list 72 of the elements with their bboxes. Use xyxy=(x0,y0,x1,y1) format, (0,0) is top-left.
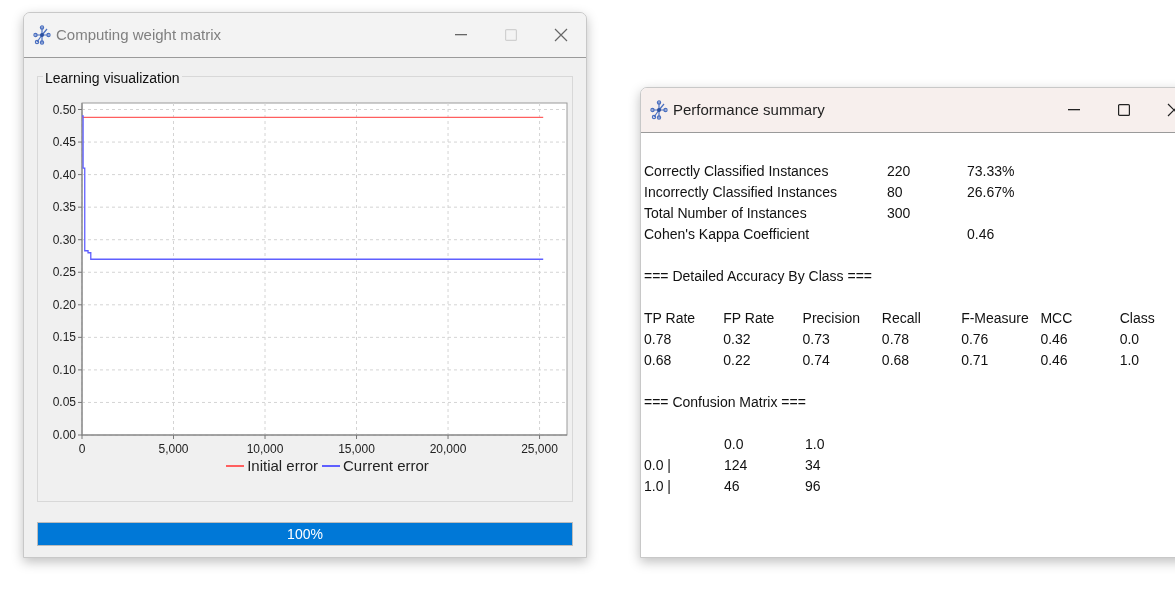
summary-count: 220 xyxy=(887,162,912,181)
summary-label: Cohen's Kappa Coefficient xyxy=(644,225,811,244)
table-cell-text: 0.78 xyxy=(881,330,911,349)
summary-percent: 73.33% xyxy=(967,162,1015,181)
window-title: Performance summary xyxy=(673,99,825,120)
summary-label: Incorrectly Classified Instances xyxy=(644,183,838,202)
legend-swatch-icon xyxy=(226,465,245,468)
x-tick-label: 25,000 xyxy=(521,442,558,456)
y-tick-label: 0.40 xyxy=(52,167,76,182)
table-cell-text: 0.73 xyxy=(802,330,831,349)
table-cell-text: 0.32 xyxy=(723,330,752,349)
section-heading: === Confusion Matrix === xyxy=(644,393,807,412)
y-tick-label: 0.15 xyxy=(52,330,76,345)
row-header: 0.0 | xyxy=(644,456,672,475)
table-cell-text: 0.71 xyxy=(961,351,990,370)
y-tick-label: 0.00 xyxy=(52,428,76,442)
table-cell-text: 0.22 xyxy=(723,351,752,370)
table-cell-text: 0.68 xyxy=(881,351,911,370)
table-cell-text: 0.76 xyxy=(961,330,990,349)
y-tick-label: 0.45 xyxy=(52,135,76,150)
progress-label: 100% xyxy=(286,524,324,544)
table-cell-text: 1.0 xyxy=(1119,351,1141,370)
table-cell-text: 0.46 xyxy=(1040,330,1069,349)
table-cell-text: 0.74 xyxy=(802,351,831,370)
summary-label: Total Number of Instances xyxy=(644,204,808,223)
legend-label: Initial error xyxy=(247,456,318,476)
y-tick-label: 0.50 xyxy=(52,102,76,117)
table-cell-text: 0.68 xyxy=(644,351,673,370)
column-header: TP Rate xyxy=(644,309,697,328)
x-tick-label: 10,000 xyxy=(246,442,284,456)
x-tick-label: 0 xyxy=(78,442,86,456)
y-tick-label: 0.35 xyxy=(52,200,76,215)
column-header: Precision xyxy=(802,309,862,328)
column-header: FP Rate xyxy=(723,309,776,328)
column-header: MCC xyxy=(1040,309,1074,328)
table-cell-text: 0.78 xyxy=(644,330,673,349)
y-tick-label: 0.10 xyxy=(52,362,76,377)
column-header: Class xyxy=(1119,309,1156,328)
summary-label: Correctly Classified Instances xyxy=(644,162,830,181)
table-cell-text: 124 xyxy=(724,456,749,475)
summary-percent: 0.46 xyxy=(967,225,995,244)
y-tick-label: 0.20 xyxy=(52,297,76,312)
network-icon xyxy=(650,100,668,120)
network-icon xyxy=(33,25,51,45)
section-heading: === Detailed Accuracy By Class === xyxy=(644,267,873,286)
y-tick-label: 0.30 xyxy=(52,232,76,247)
y-tick-label: 0.25 xyxy=(52,265,76,280)
y-tick-label: 0.05 xyxy=(52,395,76,410)
row-header: 1.0 | xyxy=(644,477,672,496)
x-tick-label: 20,000 xyxy=(429,442,467,456)
minimize-icon xyxy=(455,34,467,36)
column-header: F-Measure xyxy=(961,309,1030,328)
minimize-icon xyxy=(1068,109,1080,111)
maximize-icon xyxy=(1118,104,1130,116)
close-icon xyxy=(554,28,568,42)
legend-swatch-icon xyxy=(322,465,340,468)
maximize-icon xyxy=(505,29,517,41)
table-cell-text: 34 xyxy=(805,456,822,475)
summary-percent: 26.67% xyxy=(967,183,1015,202)
table-cell-text: 0.0 xyxy=(1119,330,1141,349)
column-header: 0.0 xyxy=(724,435,745,454)
window-title: Computing weight matrix xyxy=(56,24,222,45)
summary-count: 300 xyxy=(887,204,912,223)
x-tick-label: 5,000 xyxy=(158,442,189,456)
legend-label: Current error xyxy=(343,456,429,476)
column-header: 1.0 xyxy=(805,435,826,454)
x-tick-label: 15,000 xyxy=(338,442,375,456)
table-cell-text: 0.46 xyxy=(1040,351,1069,370)
table-cell-text: 96 xyxy=(805,477,822,496)
table-cell-text: 46 xyxy=(724,477,741,496)
summary-count: 80 xyxy=(887,183,904,202)
column-header: Recall xyxy=(881,309,922,328)
